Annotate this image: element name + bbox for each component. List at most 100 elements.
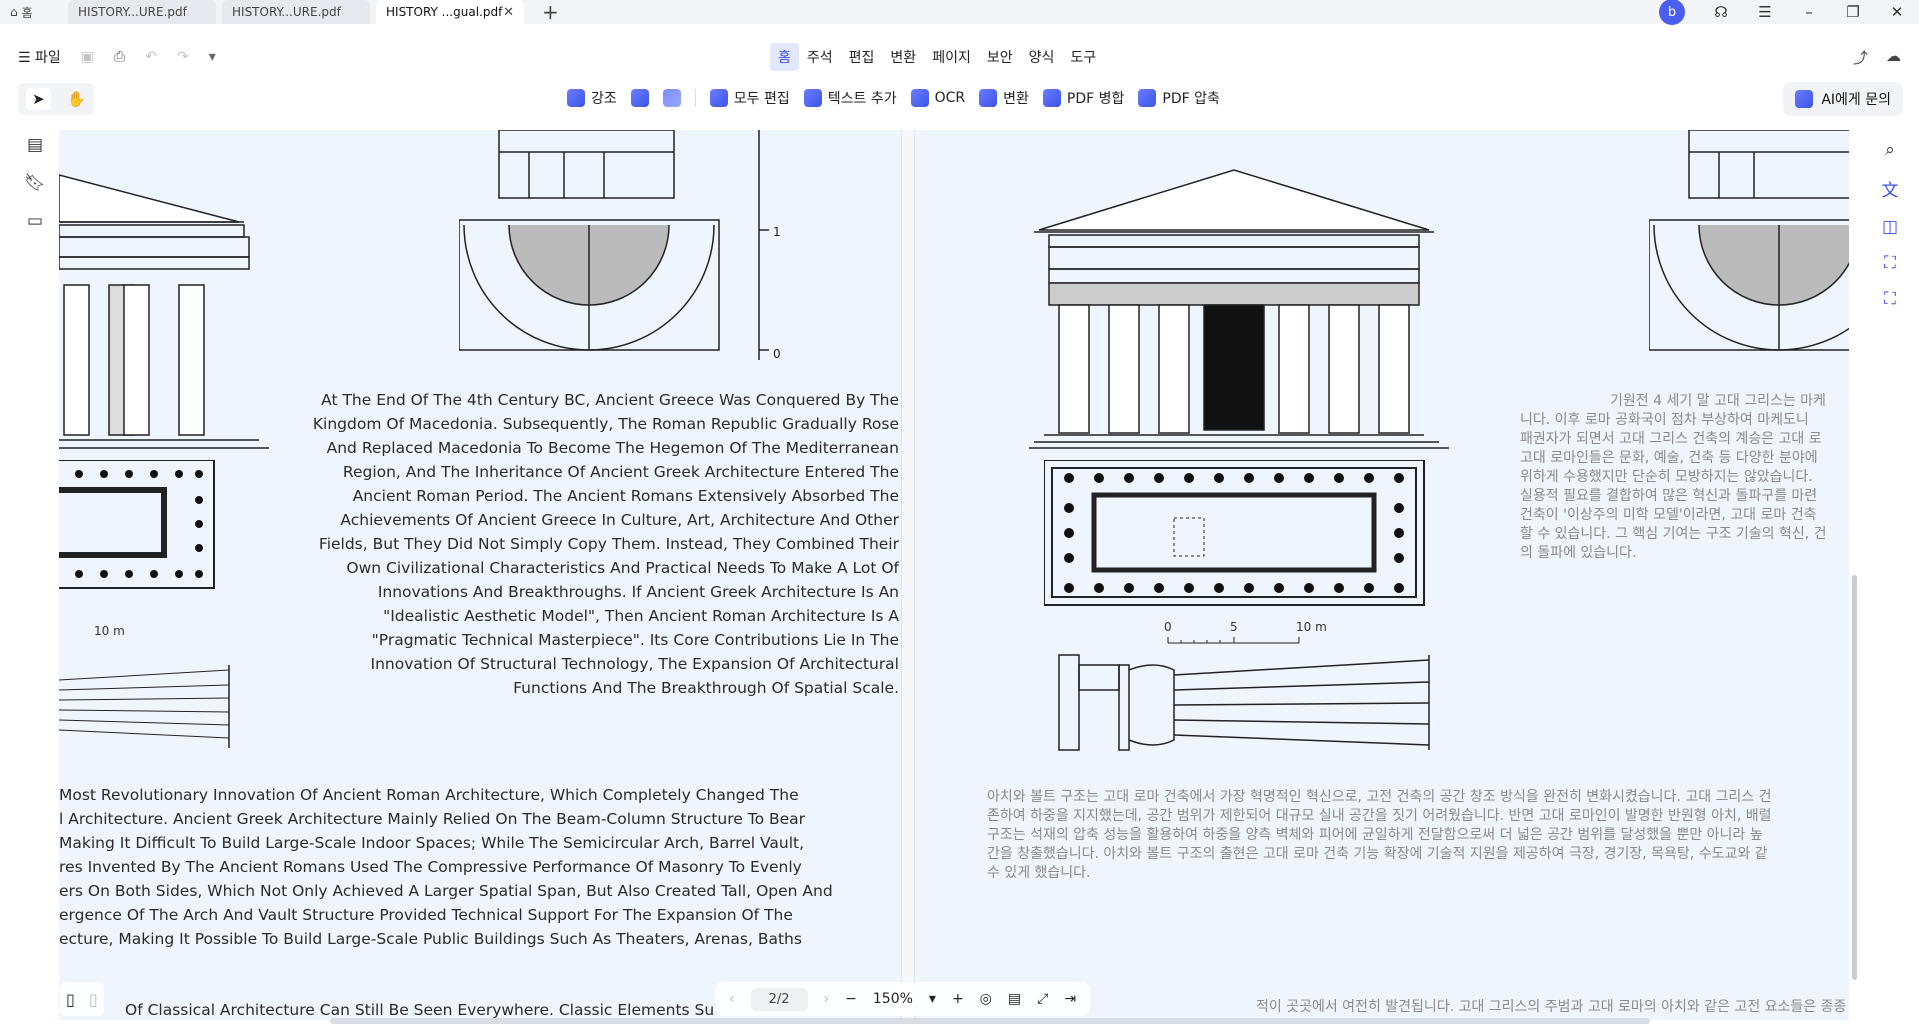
two-page-icon[interactable]: ▯ [89, 990, 98, 1009]
column-capital-drawing: 1 0 [459, 130, 781, 360]
redo-icon[interactable]: ↷ [177, 49, 189, 65]
search-icon[interactable]: ⌕ [1885, 140, 1895, 160]
text-line: 니다. 이후 로마 공화국이 점차 부상하여 마케도니 [1520, 412, 1809, 428]
text-line: res Invented By The Ancient Romans Used … [59, 858, 802, 876]
scale-label: 5 [1230, 620, 1238, 634]
scale-label: 0 [1164, 620, 1172, 634]
single-page-icon[interactable]: ▯ [66, 990, 75, 1009]
text-line: Making It Difficult To Build Large-Scale… [59, 834, 805, 852]
temple-front-drawing [1029, 169, 1449, 449]
menu-convert[interactable]: 변환 [882, 43, 924, 71]
save-icon[interactable]: ▣ [81, 49, 94, 65]
pdf-merge-button[interactable]: PDF 병합 [1042, 88, 1124, 108]
cloud-upload-icon[interactable]: ☁ [1886, 47, 1901, 68]
ruler-label: 0 [773, 347, 781, 360]
highlighter-icon [567, 89, 585, 107]
menu-edit[interactable]: 편집 [841, 43, 883, 71]
ruler-label: 1 [773, 225, 781, 239]
menu-icon[interactable]: ☰ [1757, 3, 1773, 21]
document-viewport[interactable]: 1 0 10 m At The End Of The 4th Century B… [59, 130, 1849, 1020]
merge-icon [1042, 89, 1061, 107]
menu-form[interactable]: 양식 [1021, 43, 1063, 71]
tab-label: HISTORY ...gual.pdf [386, 5, 503, 19]
menu-page[interactable]: 페이지 [924, 43, 979, 71]
home-icon: ⌂ [10, 5, 18, 19]
column-shaft-drawing [59, 665, 230, 748]
fit-page-icon[interactable]: ▤ [1008, 991, 1021, 1007]
temple-plan-drawing-right [1044, 460, 1425, 606]
zoom-level[interactable]: 150% [873, 991, 913, 1007]
highlight-button[interactable]: 강조 [567, 88, 617, 108]
convert-icon [979, 89, 998, 107]
text-line: 수 있게 했습니다. [987, 865, 1091, 881]
menu-security[interactable]: 보안 [979, 43, 1021, 71]
prev-page-icon[interactable]: ‹ [729, 991, 735, 1007]
minimize-icon[interactable]: – [1801, 3, 1817, 21]
zoom-out-button[interactable]: − [845, 991, 857, 1007]
share-icon[interactable]: ⤴ [1853, 47, 1868, 68]
edit-all-button[interactable]: 모두 편집 [709, 88, 790, 108]
fullscreen-icon[interactable]: ⤢ [1037, 991, 1048, 1007]
scale-bar [1167, 637, 1300, 644]
divider [694, 89, 696, 107]
print-icon[interactable]: ⎙ [114, 49, 125, 65]
text-line: l Architecture. Ancient Greek Architectu… [59, 810, 806, 828]
tab-document-active[interactable]: HISTORY ...gual.pdf ✕ [376, 0, 524, 24]
select-cursor-icon[interactable]: ➤ [26, 88, 51, 110]
left-paragraph-3: Of Classical Architecture Can Still Be S… [125, 1001, 715, 1019]
compare-icon[interactable]: ◫ [1882, 217, 1898, 237]
tab-label: HISTORY...URE.pdf [78, 5, 187, 19]
thumbnails-icon[interactable]: ▤ [27, 135, 43, 155]
temple-elevation-drawing [59, 174, 269, 449]
pagination-bar: ‹ 2/2 › − 150% ▾ + ◎ ▤ ⤢ ⇥ [715, 982, 1091, 1016]
text-line: ers On Both Sides, Which Not Only Achiev… [59, 882, 833, 900]
underline-tool-icon[interactable] [630, 89, 649, 107]
text-line: Most Revolutionary Innovation Of Ancient… [59, 786, 799, 804]
capture-icon[interactable]: ⛶ [1884, 289, 1896, 309]
tab-document[interactable]: HISTORY...URE.pdf [222, 0, 370, 24]
more-dropdown-icon[interactable]: ▾ [209, 49, 216, 65]
horizontal-scrollbar[interactable] [330, 1018, 1650, 1024]
convert-button[interactable]: 변환 [979, 88, 1029, 108]
close-tab-icon[interactable]: ✕ [503, 5, 514, 20]
next-page-icon[interactable]: › [824, 991, 830, 1007]
close-window-icon[interactable]: ✕ [1889, 3, 1905, 21]
scan-icon[interactable]: ⛶ [1884, 253, 1896, 273]
edit-icon [709, 89, 728, 107]
add-text-button[interactable]: 텍스트 추가 [803, 88, 897, 108]
temple-plan-drawing [59, 460, 215, 589]
avatar[interactable]: b [1659, 0, 1685, 25]
zoom-in-button[interactable]: + [952, 991, 964, 1007]
vertical-scrollbar[interactable] [1852, 575, 1857, 980]
new-tab-button[interactable]: + [542, 2, 559, 22]
undo-icon[interactable]: ↶ [145, 49, 157, 65]
file-menu[interactable]: ☰ 파일 [18, 47, 61, 67]
translate-icon[interactable]: 文 [1882, 176, 1899, 201]
ocr-icon [910, 89, 929, 107]
scale-label: 10 m [94, 624, 125, 638]
text-line: 아치와 볼트 구조는 고대 로마 건축에서 가장 혁명적인 혁신으로, 고전 건… [987, 789, 1772, 805]
ask-ai-button[interactable]: AI에게 문의 [1783, 82, 1903, 116]
ocr-button[interactable]: OCR [910, 89, 965, 107]
pdf-compress-button[interactable]: PDF 압축 [1138, 88, 1220, 108]
exit-icon[interactable]: ⇥ [1064, 991, 1076, 1007]
zoom-dropdown-icon[interactable]: ▾ [929, 991, 936, 1007]
right-ko-paragraph-1: 기원전 4 세기 말 고대 그리스는 마케 니다. 이후 로마 공화국이 점차 … [1520, 392, 1849, 563]
menu-annotate[interactable]: 주석 [799, 43, 841, 71]
tab-document[interactable]: HISTORY...URE.pdf [68, 0, 216, 24]
tab-home[interactable]: ⌂ 홈 [0, 0, 62, 24]
bookmark-icon[interactable]: 🔖︎ [24, 173, 46, 193]
comment-icon[interactable]: ▭ [27, 211, 43, 231]
restore-icon[interactable]: ❐ [1845, 3, 1861, 21]
page-divider [901, 130, 915, 1020]
read-mode-icon[interactable]: ◎ [980, 991, 992, 1007]
page-number-field[interactable]: 2/2 [750, 987, 808, 1011]
tab-label: 홈 [21, 5, 33, 20]
column-capital-drawing-right [1649, 130, 1849, 351]
hand-tool-icon[interactable]: ✋ [67, 90, 86, 108]
menu-home[interactable]: 홈 [770, 43, 799, 71]
headset-icon[interactable]: ☊ [1713, 3, 1729, 21]
menu-tools[interactable]: 도구 [1062, 43, 1104, 71]
pointer-tools: ➤ ✋ [18, 83, 94, 115]
eraser-icon[interactable] [662, 89, 681, 107]
